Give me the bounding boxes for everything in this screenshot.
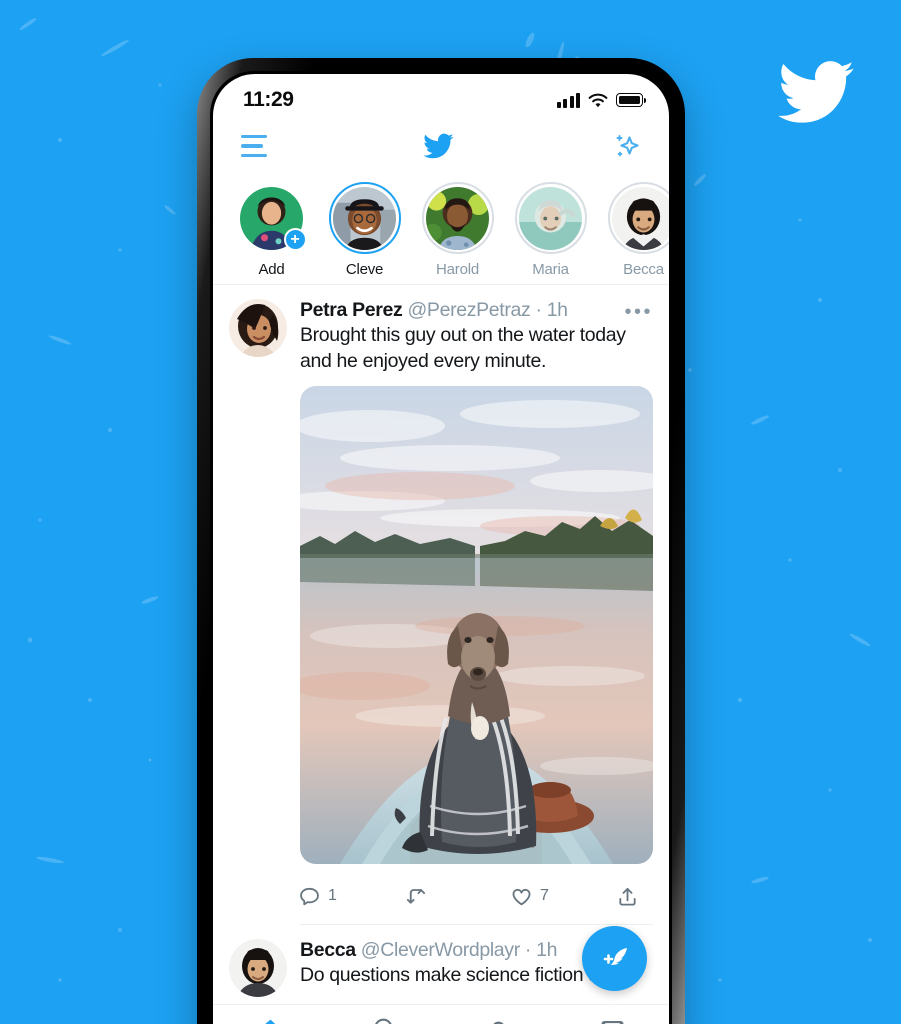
phone-bezel: 11:29 + Add Cleve Harold Maria Becca Pet… [210, 71, 672, 1024]
search-icon[interactable] [371, 1016, 398, 1024]
add-fleet-badge[interactable]: + [283, 228, 307, 251]
nav-item-home[interactable] [213, 1010, 327, 1024]
tweet-item[interactable]: Petra Perez @PerezPetraz · 1h ••• Brough… [213, 285, 669, 926]
tweet-separator: · [524, 939, 532, 962]
avatar-maria-icon [519, 186, 582, 250]
like-count: 7 [540, 887, 549, 905]
phone-device: 11:29 + Add Cleve Harold Maria Becca Pet… [197, 58, 685, 1024]
tweet-divider [300, 924, 653, 926]
fleet-item-add[interactable]: + Add [235, 182, 308, 278]
app-header [213, 118, 669, 174]
tweet-author-name[interactable]: Becca [300, 939, 356, 961]
messages-envelope-icon[interactable] [599, 1016, 626, 1024]
tweet-timestamp: 1h [546, 299, 568, 321]
home-icon[interactable] [257, 1016, 284, 1024]
more-options-icon[interactable]: ••• [624, 299, 653, 322]
hamburger-menu-icon[interactable] [241, 134, 267, 158]
tweet-author-handle[interactable]: @PerezPetraz [407, 299, 530, 321]
bottom-nav[interactable] [213, 1004, 669, 1024]
like-action[interactable]: 7 [510, 885, 616, 908]
sparkle-icon[interactable] [609, 130, 641, 162]
retweet-icon[interactable] [404, 885, 428, 908]
fleet-ring-seen [514, 182, 587, 254]
notifications-bell-icon[interactable] [485, 1016, 512, 1024]
avatar-petra-icon[interactable] [229, 299, 287, 357]
tweet-photo-dog-in-boat[interactable] [300, 386, 653, 865]
poster-canvas: 11:29 + Add Cleve Harold Maria Becca Pet… [0, 0, 901, 1024]
tweet-meta: Petra Perez @PerezPetraz · 1h [300, 299, 624, 322]
battery-full-icon [616, 93, 647, 107]
tweet-separator: · [535, 299, 542, 321]
fleet-label: Add [258, 261, 285, 278]
fleet-item-maria[interactable]: Maria [514, 182, 587, 278]
twitter-bird-icon [778, 61, 854, 123]
tweet-timestamp: 1h [536, 939, 558, 962]
fleet-item-becca[interactable]: Becca [607, 182, 669, 278]
reply-icon[interactable] [298, 885, 321, 908]
fleets-row[interactable]: + Add Cleve Harold Maria Becca [213, 174, 669, 285]
avatar-becca-icon[interactable] [229, 939, 287, 998]
fleet-label: Maria [532, 261, 569, 278]
tweet-actions: 1 7 [298, 870, 653, 922]
fleet-label: Becca [623, 261, 664, 278]
like-heart-icon[interactable] [510, 885, 533, 908]
wifi-icon [588, 93, 608, 107]
tweet-text: Brought this guy out on the water today … [300, 324, 626, 372]
tweet-body: Petra Perez @PerezPetraz · 1h ••• Brough… [298, 299, 653, 926]
status-icons [556, 92, 647, 108]
share-icon[interactable] [616, 885, 639, 908]
twitter-bird-icon[interactable] [419, 130, 457, 162]
status-time: 11:29 [243, 88, 294, 111]
tweet-author-name[interactable]: Petra Perez [300, 299, 403, 321]
fleet-label: Harold [436, 261, 479, 278]
retweet-action[interactable] [404, 885, 510, 908]
tweet-header: Petra Perez @PerezPetraz · 1h ••• [300, 299, 653, 322]
tweet-author-handle[interactable]: @CleverWordplayr [361, 939, 520, 961]
fleet-ring-unread [328, 182, 401, 254]
avatar-becca-icon [612, 186, 669, 250]
avatar-harold-icon [426, 186, 489, 250]
share-action[interactable] [616, 885, 639, 908]
fleet-ring-seen [607, 182, 669, 254]
fleet-item-harold[interactable]: Harold [421, 182, 494, 278]
nav-item-notifications[interactable] [441, 1010, 555, 1024]
phone-screen: 11:29 + Add Cleve Harold Maria Becca Pet… [213, 74, 669, 1024]
reply-action[interactable]: 1 [298, 885, 404, 908]
timeline: Petra Perez @PerezPetraz · 1h ••• Brough… [213, 285, 669, 998]
avatar-cleve-icon [333, 186, 396, 250]
compose-feather-plus-icon [603, 947, 627, 965]
status-bar: 11:29 [213, 74, 669, 118]
fleet-item-cleve[interactable]: Cleve [328, 182, 401, 278]
fleet-label: Cleve [345, 261, 384, 278]
nav-item-messages[interactable] [555, 1010, 669, 1024]
reply-count: 1 [328, 887, 337, 905]
fleet-ring-seen [421, 182, 494, 254]
nav-item-search[interactable] [327, 1010, 441, 1024]
fleet-ring: + [236, 182, 308, 254]
compose-fab-button[interactable] [582, 926, 647, 991]
cellular-signal-icon [556, 92, 580, 108]
